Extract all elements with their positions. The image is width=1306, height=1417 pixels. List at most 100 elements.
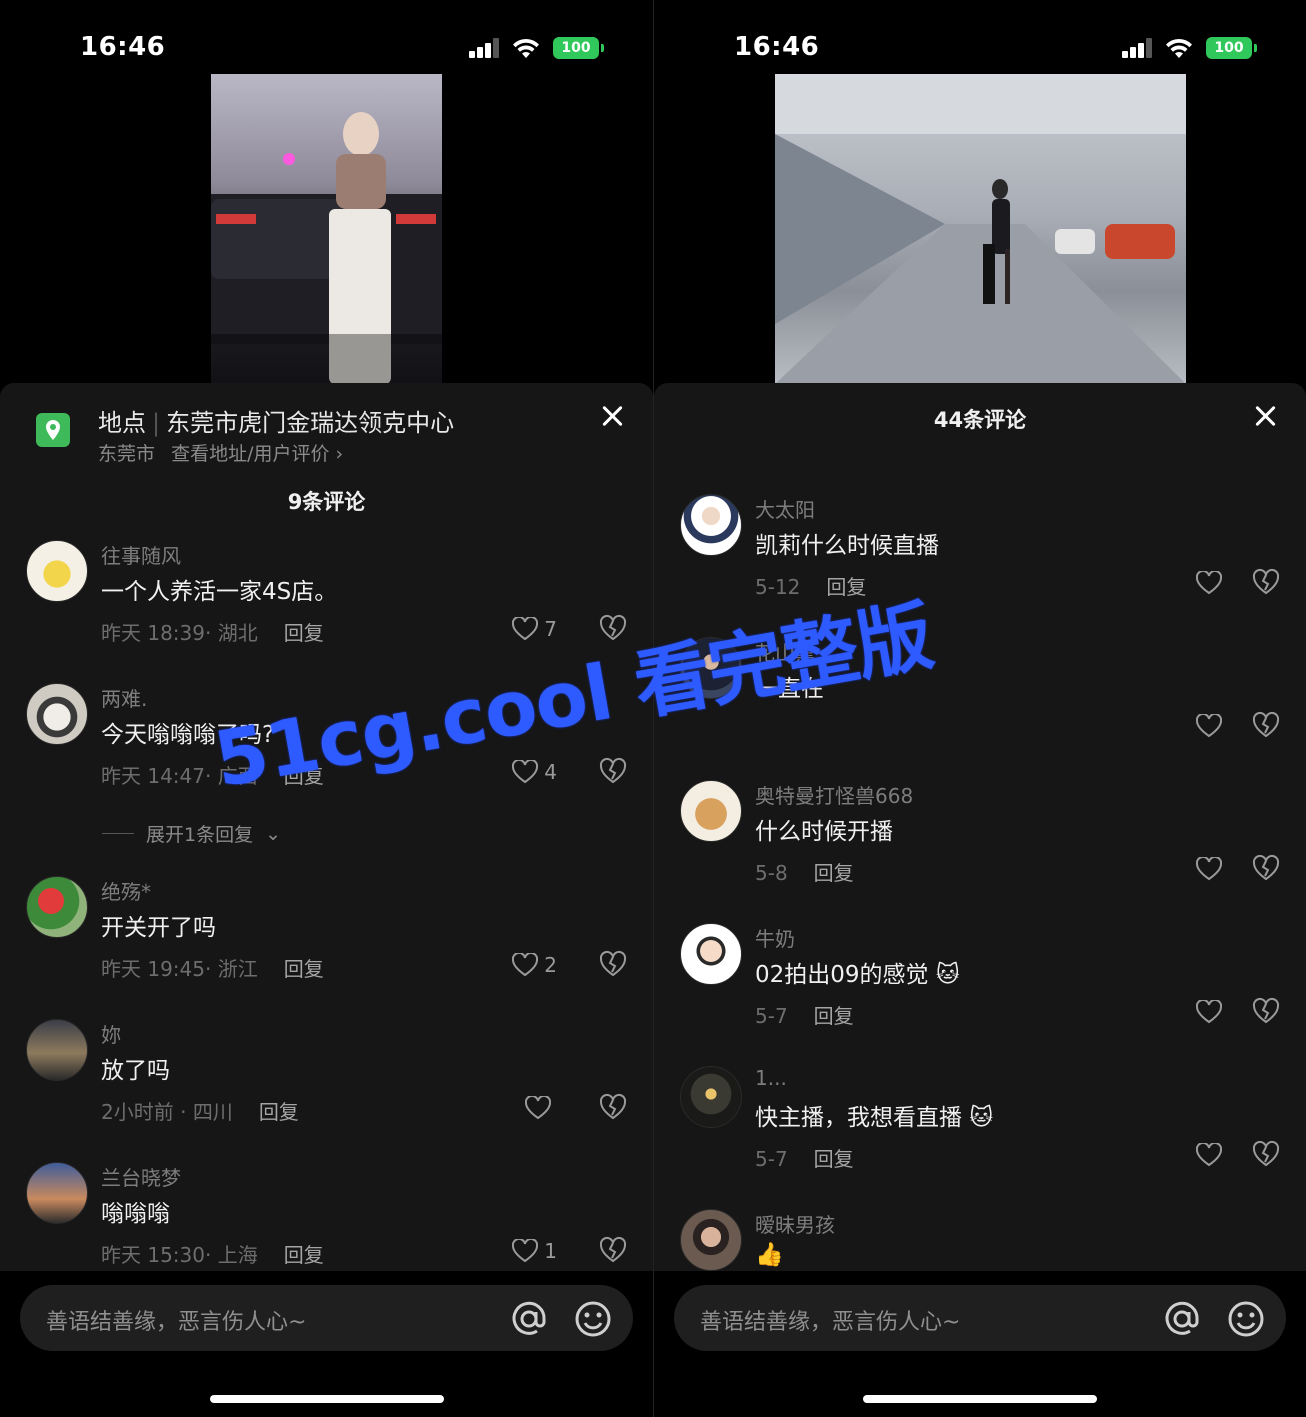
heart-icon [512,953,539,977]
home-indicator[interactable] [209,1395,444,1403]
like-button[interactable] [1196,568,1222,598]
emoji-icon[interactable] [573,1299,613,1339]
comment-text-body: 快主播，我想看直播 [755,1105,962,1131]
battery-icon: 100 [1206,37,1257,59]
comment-item: 兰台晓梦 嗡嗡嗡 昨天 15:30· 上海 回复 1 [0,1162,653,1271]
like-button[interactable]: 7 [512,614,557,644]
comment-item: 1... 快主播，我想看直播 🐱 5-7 回复 [654,1066,1306,1206]
close-button[interactable] [599,403,625,429]
comment-author[interactable]: 奥特曼打怪兽668 [755,780,913,809]
close-button[interactable] [1252,403,1278,429]
broken-heart-icon[interactable] [599,614,627,642]
comment-author[interactable]: 绝殇* [101,876,151,905]
reply-button[interactable]: 回复 [259,1100,299,1124]
emoji-icon[interactable] [1226,1299,1266,1339]
comment-meta: 昨天 18:39· 湖北 回复 [101,621,324,645]
comment-input[interactable]: 善语结善缘，恶言伤人心~ [20,1285,633,1351]
broken-heart-icon[interactable] [599,950,627,978]
comment-time: 5-7 [755,1147,788,1171]
reply-button[interactable]: 回复 [284,957,324,981]
comment-author[interactable]: 花山熏 [755,637,815,666]
at-mention-icon[interactable] [509,1299,549,1339]
broken-heart-icon[interactable] [1252,568,1280,596]
at-mention-icon[interactable] [1162,1299,1202,1339]
comment-author[interactable]: 兰台晓梦 [101,1162,181,1191]
avatar[interactable] [680,637,742,699]
chevron-right-icon: › [329,443,344,465]
status-bar: 16:46 100 [654,0,1306,70]
comment-author[interactable]: 往事随风 [101,540,181,569]
avatar[interactable] [26,876,88,938]
location-label: 地点 [98,409,146,437]
comment-author[interactable]: 牛奶 [755,923,795,952]
avatar[interactable] [680,1066,742,1128]
avatar[interactable] [26,1162,88,1224]
broken-heart-icon[interactable] [599,1236,627,1264]
like-button[interactable] [525,1093,557,1123]
comment-region: 广西 [217,764,258,788]
comment-text: 嗡嗡嗡 [101,1201,170,1227]
reply-button[interactable]: 回复 [284,621,324,645]
like-button[interactable] [1196,711,1222,741]
broken-heart-icon[interactable] [599,757,627,785]
input-placeholder: 善语结善缘，恶言伤人心~ [46,1310,307,1335]
reply-button[interactable]: 回复 [284,764,324,788]
wifi-icon [1166,38,1192,58]
reply-button[interactable]: 回复 [284,1243,324,1267]
comment-time: 5-7 [755,1004,788,1028]
thumbs-up-emoji-icon: 👍 [755,1242,784,1268]
location-title: 地点 | 东莞市虎门金瑞达领克中心 [98,409,455,437]
like-count: 2 [544,953,557,977]
like-button[interactable]: 4 [512,757,557,787]
broken-heart-icon[interactable] [1252,711,1280,739]
reply-button[interactable]: 回复 [814,861,854,885]
avatar[interactable] [26,1019,88,1081]
reply-button[interactable]: 回复 [826,575,866,599]
location-link[interactable]: 查看地址/用户评价 [171,443,329,465]
expand-replies-button[interactable]: 展开1条回复 ⌄ [102,820,281,847]
heart-icon [1196,1000,1222,1024]
comment-time: 昨天 19:45 [101,957,205,981]
comment-author[interactable]: 妳 [101,1019,121,1048]
avatar[interactable] [680,923,742,985]
comment-text: 凯莉什么时候直播 [755,533,939,559]
broken-heart-icon[interactable] [1252,997,1280,1025]
location-card[interactable]: 地点 | 东莞市虎门金瑞达领克中心 东莞市 查看地址/用户评价 › [0,383,653,473]
comment-author[interactable]: 大太阳 [755,494,815,523]
broken-heart-icon[interactable] [599,1093,627,1121]
comment-meta: 5-12 回复 [755,571,866,600]
video-frame-image [775,74,1186,384]
comment-author[interactable]: 暧昧男孩 [755,1209,835,1238]
comment-count: 9条评论 [287,490,366,514]
broken-heart-icon[interactable] [1252,1140,1280,1168]
avatar[interactable] [26,540,88,602]
cellular-signal-icon [469,38,501,58]
like-button[interactable] [1196,854,1222,884]
avatar[interactable] [680,1209,742,1271]
comment-author[interactable]: 两难. [101,683,147,712]
right-screen: 16:46 100 44条评论 大太阳 凯莉什么时候直播 5-12 回复 花山熏… [653,0,1306,1417]
comment-time: 2小时前 [101,1100,174,1124]
comment-input[interactable]: 善语结善缘，恶言伤人心~ [674,1285,1286,1351]
video-thumbnail[interactable] [775,74,1186,384]
like-button[interactable]: 2 [512,950,557,980]
like-button[interactable] [1196,1140,1222,1170]
like-button[interactable] [1196,997,1222,1027]
heart-icon [525,1096,551,1120]
like-button[interactable]: 1 [512,1236,557,1266]
status-time: 16:46 [734,32,820,62]
comment-item: 暧昧男孩 👍 [654,1209,1306,1271]
video-thumbnail[interactable] [211,74,442,384]
comment-author[interactable]: 1... [755,1066,787,1090]
home-indicator[interactable] [863,1395,1097,1403]
avatar[interactable] [680,494,742,556]
comment-region: 浙江 [217,957,258,981]
comment-text-body: 02拍出09的感觉 [755,962,929,988]
reply-button[interactable]: 回复 [814,1004,854,1028]
broken-heart-icon[interactable] [1252,854,1280,882]
avatar[interactable] [680,780,742,842]
heart-icon [512,1239,539,1263]
avatar[interactable] [26,683,88,745]
comment-region: 上海 [217,1243,258,1267]
reply-button[interactable]: 回复 [814,1147,854,1171]
